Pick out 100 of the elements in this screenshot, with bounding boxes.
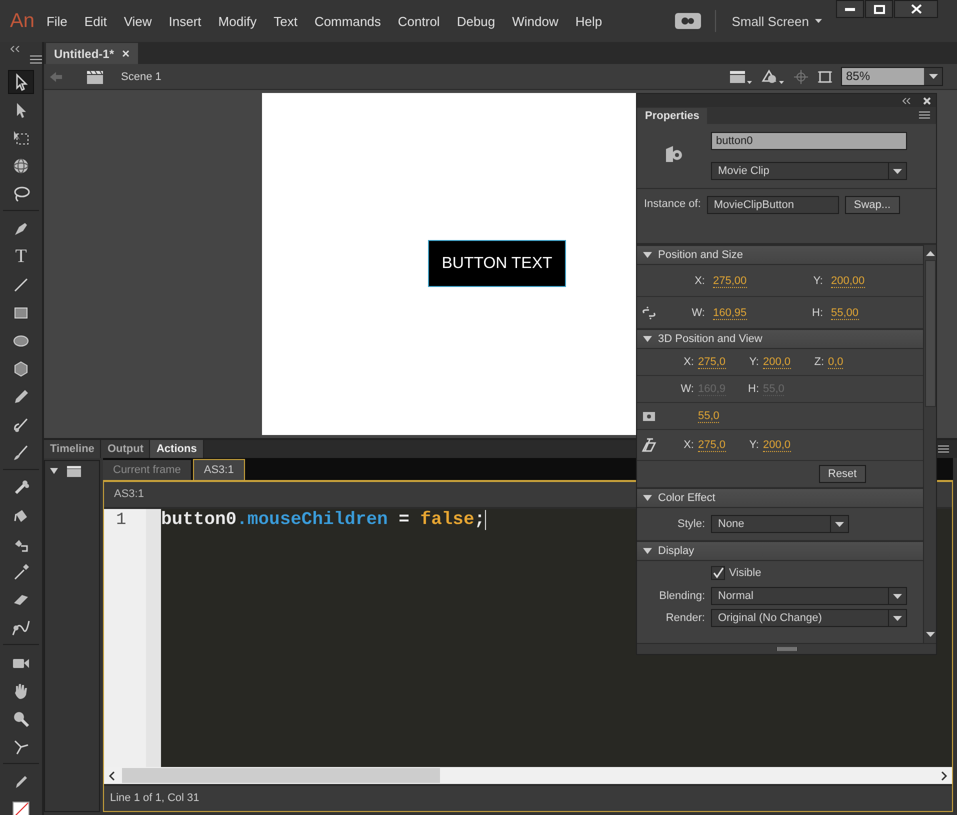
movie-clip-symbol-icon xyxy=(665,145,683,163)
dropdown[interactable]: None xyxy=(711,515,849,533)
checkbox-label: Visible xyxy=(729,567,762,579)
vertical-scrollbar[interactable] xyxy=(923,245,936,643)
disclosure-triangle-icon xyxy=(643,548,652,554)
panel-tab[interactable]: Output xyxy=(101,440,150,458)
scroll-right-icon[interactable] xyxy=(940,770,948,780)
minimize-icon xyxy=(845,8,855,10)
value-field[interactable]: 55,00 xyxy=(831,306,859,320)
menu-item[interactable]: Text xyxy=(274,14,298,28)
menu-item[interactable]: Control xyxy=(398,14,440,28)
script-tab[interactable]: AS3:1 xyxy=(192,459,245,480)
section-header[interactable]: Position and Size xyxy=(637,245,923,265)
script-title: AS3:1 xyxy=(114,488,144,500)
close-icon xyxy=(910,4,922,14)
resize-grip-icon[interactable] xyxy=(776,647,796,651)
dropdown-arrow-icon xyxy=(893,616,902,620)
clapperboard-icon xyxy=(86,70,104,84)
field-label: W: xyxy=(680,383,694,395)
instance-of-label: Instance of: xyxy=(644,197,701,212)
disclosure-triangle-icon xyxy=(643,252,652,258)
caret-icon xyxy=(815,19,822,23)
clapperboard-icon xyxy=(66,465,82,477)
collapse-icon[interactable] xyxy=(10,46,20,52)
menu-item[interactable]: Modify xyxy=(218,14,257,28)
symbol-name-field: MovieClipButton xyxy=(706,196,839,214)
instance-name-field[interactable]: button0 xyxy=(711,132,907,150)
maximize-button[interactable] xyxy=(865,0,893,18)
close-icon[interactable] xyxy=(923,96,931,104)
section-header[interactable]: Display xyxy=(637,541,923,561)
scroll-left-icon[interactable] xyxy=(108,770,116,780)
field-label: Y: xyxy=(749,356,759,368)
menu-item[interactable]: File xyxy=(46,14,68,28)
close-button[interactable] xyxy=(894,0,938,18)
panel-menu-icon[interactable] xyxy=(938,445,949,453)
field-label: X: xyxy=(684,439,694,451)
app-logo: An xyxy=(10,10,34,32)
minimize-button[interactable] xyxy=(836,0,864,18)
horizontal-scrollbar[interactable] xyxy=(104,767,952,784)
text-tool[interactable]: T xyxy=(8,245,34,269)
value-field[interactable]: 200,0 xyxy=(763,356,791,369)
section-header[interactable]: Color Effect xyxy=(637,488,923,508)
menu-item[interactable]: Commands xyxy=(314,14,381,28)
center-stage-icon[interactable] xyxy=(793,68,809,84)
maximize-icon xyxy=(874,4,884,14)
expand-triangle-icon[interactable] xyxy=(50,468,58,474)
checkbox[interactable] xyxy=(711,566,725,580)
symbol-type-dropdown[interactable]: Movie Clip xyxy=(711,162,907,180)
menu-item[interactable]: Debug xyxy=(456,14,496,28)
dropdown-arrow-icon xyxy=(893,168,902,174)
zoom-dropdown[interactable]: 85% xyxy=(841,67,943,86)
section-header[interactable]: 3D Position and View xyxy=(637,329,923,349)
value-field[interactable]: 55,0 xyxy=(698,410,720,423)
line-number: 1 xyxy=(115,510,128,530)
document-tab[interactable]: Untitled-1* × xyxy=(46,43,138,64)
field-label: Z: xyxy=(814,356,824,368)
menu-item[interactable]: Edit xyxy=(84,14,107,28)
value-field[interactable]: 275,0 xyxy=(698,439,726,452)
menu-icon[interactable] xyxy=(30,55,42,64)
scroll-up-icon[interactable] xyxy=(926,251,934,256)
collapse-icon[interactable] xyxy=(902,98,911,104)
dropdown-arrow-icon xyxy=(835,522,844,526)
field-label: X: xyxy=(684,356,694,368)
value-field[interactable]: 200,0 xyxy=(763,439,791,452)
properties-tab[interactable]: Properties xyxy=(637,108,708,124)
field-label: H: xyxy=(812,306,823,318)
field-label: Y: xyxy=(813,274,823,286)
panel-tab[interactable]: Actions xyxy=(150,440,204,458)
broken-link-icon xyxy=(641,304,657,320)
panel-tab[interactable]: Timeline xyxy=(44,440,102,458)
close-tab-button[interactable]: × xyxy=(122,46,130,61)
panel-menu-icon[interactable] xyxy=(919,111,930,119)
clip-content-icon[interactable] xyxy=(817,68,833,84)
reset-button[interactable]: Reset xyxy=(819,465,866,483)
field-label: W: xyxy=(692,306,705,318)
menu-item[interactable]: Help xyxy=(575,14,602,28)
edit-scene-icon[interactable] xyxy=(729,68,753,84)
selection-tool[interactable] xyxy=(8,70,34,94)
workspace-switch-button[interactable] xyxy=(674,13,701,29)
value-field[interactable]: 275,00 xyxy=(713,274,747,288)
swap-button[interactable]: Swap... xyxy=(844,196,900,214)
menu-item[interactable]: Insert xyxy=(168,14,202,28)
disclosure-triangle-icon xyxy=(643,336,652,342)
value-field[interactable]: 275,0 xyxy=(698,356,726,369)
scroll-down-icon[interactable] xyxy=(926,632,934,637)
dropdown[interactable]: Original (No Change) xyxy=(711,609,907,627)
value-field[interactable]: 160,95 xyxy=(713,306,747,320)
rotate-3d-icon xyxy=(11,156,31,176)
dropdown[interactable]: Normal xyxy=(711,587,907,605)
value-field[interactable]: 200,00 xyxy=(831,274,865,288)
edit-symbol-icon[interactable] xyxy=(761,68,785,84)
field-label: Y: xyxy=(749,439,759,451)
workspace-menu[interactable]: Small Screen xyxy=(732,14,809,28)
menu-item[interactable]: Window xyxy=(512,14,558,28)
value-field[interactable]: 0,0 xyxy=(828,356,844,369)
menu-item[interactable]: View xyxy=(124,14,152,28)
field-label: H: xyxy=(748,383,759,395)
field-label: X: xyxy=(694,274,705,286)
dropdown-arrow-icon xyxy=(893,594,902,598)
field-label: Style: xyxy=(676,518,705,530)
